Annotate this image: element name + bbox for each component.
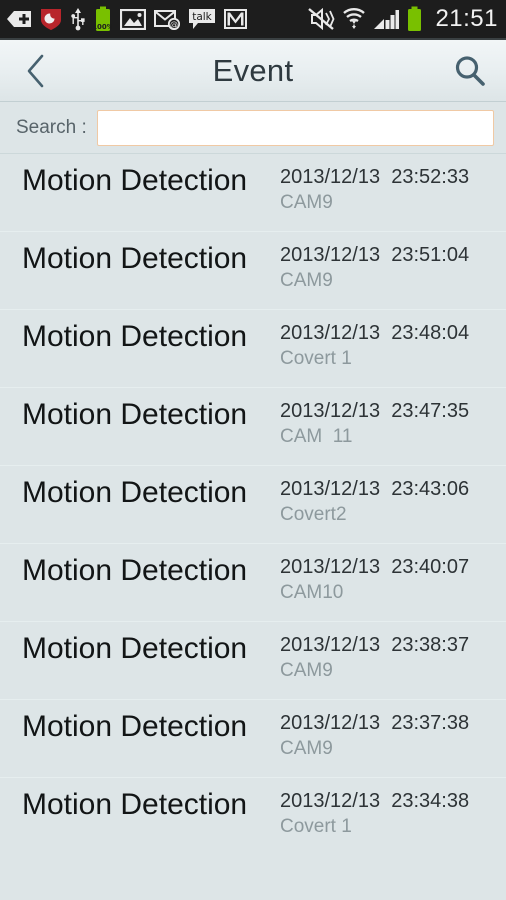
back-button[interactable]: [0, 40, 72, 102]
event-meta: 2013/12/13 23:37:38 CAM9: [280, 710, 469, 762]
table-row[interactable]: Motion Detection 2013/12/13 23:47:35 CAM…: [0, 388, 506, 466]
event-camera-label: Covert 1: [280, 348, 352, 369]
table-row[interactable]: Motion Detection 2013/12/13 23:40:07 CAM…: [0, 544, 506, 622]
event-camera-label: CAM9: [280, 192, 333, 213]
event-type-label: Motion Detection: [22, 632, 248, 665]
table-row[interactable]: Motion Detection 2013/12/13 23:51:04 CAM…: [0, 232, 506, 310]
event-timestamp: 2013/12/13 23:37:38: [280, 712, 470, 734]
add-tag-icon: [7, 11, 31, 27]
event-camera-label: CAM 11: [280, 426, 353, 447]
event-type-label: Motion Detection: [22, 554, 248, 587]
event-type-label: Motion Detection: [22, 242, 248, 275]
event-meta: 2013/12/13 23:40:07 CAM10: [280, 554, 469, 606]
status-bar-right-icons: 21:51: [307, 6, 498, 32]
table-row[interactable]: Motion Detection 2013/12/13 23:34:38 Cov…: [0, 778, 506, 850]
talk-icon: talk: [189, 9, 215, 29]
event-meta: 2013/12/13 23:43:06 Covert2: [280, 476, 469, 528]
event-type-label: Motion Detection: [22, 788, 248, 821]
event-meta: 2013/12/13 23:51:04 CAM9: [280, 242, 469, 294]
battery-100-icon: 100%: [94, 6, 112, 31]
status-bar: 100% @ talk: [0, 0, 506, 38]
event-timestamp: 2013/12/13 23:43:06: [280, 478, 470, 500]
event-meta: 2013/12/13 23:52:33 CAM9: [280, 164, 469, 216]
event-camera-label: CAM9: [280, 270, 333, 291]
talk-label: talk: [192, 11, 212, 23]
page-title: Event: [212, 52, 294, 88]
event-camera-label: Covert 1: [280, 816, 352, 837]
event-type-label: Motion Detection: [22, 710, 248, 743]
event-list[interactable]: Motion Detection 2013/12/13 23:52:33 CAM…: [0, 154, 506, 850]
event-camera-label: CAM9: [280, 660, 333, 681]
battery-percent-label: 100%: [94, 23, 112, 31]
status-bar-clock: 21:51: [435, 5, 498, 32]
gmail-icon: [224, 9, 247, 29]
signal-bars-icon: [374, 10, 400, 29]
vibrate-mute-icon: [308, 8, 335, 30]
chevron-left-icon: [27, 54, 44, 87]
event-timestamp: 2013/12/13 23:52:33: [280, 166, 470, 188]
event-camera-label: CAM10: [280, 582, 344, 603]
event-meta: 2013/12/13 23:34:38 Covert 1: [280, 788, 469, 840]
event-timestamp: 2013/12/13 23:40:07: [280, 556, 470, 578]
search-label: Search :: [16, 116, 87, 138]
event-timestamp: 2013/12/13 23:51:04: [280, 244, 470, 266]
table-row[interactable]: Motion Detection 2013/12/13 23:48:04 Cov…: [0, 310, 506, 388]
event-meta: 2013/12/13 23:47:35 CAM 11: [280, 398, 469, 450]
table-row[interactable]: Motion Detection 2013/12/13 23:37:38 CAM…: [0, 700, 506, 778]
security-shield-icon: [41, 9, 61, 30]
event-timestamp: 2013/12/13 23:47:35: [280, 400, 470, 422]
event-list-screen: 100% @ talk: [0, 0, 506, 900]
usb-icon: [71, 8, 85, 31]
event-camera-label: CAM9: [280, 738, 333, 759]
event-timestamp: 2013/12/13 23:38:37: [280, 634, 470, 656]
table-row[interactable]: Motion Detection 2013/12/13 23:52:33 CAM…: [0, 154, 506, 232]
search-button[interactable]: [434, 40, 506, 102]
search-row: Search :: [0, 102, 506, 154]
event-camera-label: Covert2: [280, 504, 347, 525]
battery-icon: [408, 6, 422, 31]
status-bar-left-icons: 100% @ talk: [6, 6, 247, 32]
event-meta: 2013/12/13 23:38:37 CAM9: [280, 632, 469, 684]
search-icon: [455, 55, 485, 86]
event-type-label: Motion Detection: [22, 476, 248, 509]
gallery-icon: [120, 8, 146, 30]
event-type-label: Motion Detection: [22, 398, 248, 431]
svg-text:@: @: [170, 20, 178, 29]
table-row[interactable]: Motion Detection 2013/12/13 23:43:06 Cov…: [0, 466, 506, 544]
event-meta: 2013/12/13 23:48:04 Covert 1: [280, 320, 469, 372]
event-timestamp: 2013/12/13 23:48:04: [280, 322, 470, 344]
table-row[interactable]: Motion Detection 2013/12/13 23:38:37 CAM…: [0, 622, 506, 700]
search-input[interactable]: [96, 109, 494, 146]
action-bar: Event: [0, 40, 506, 102]
event-timestamp: 2013/12/13 23:34:38: [280, 790, 470, 812]
email-icon: @: [154, 9, 180, 30]
event-type-label: Motion Detection: [22, 164, 248, 197]
event-type-label: Motion Detection: [22, 320, 248, 353]
wifi-icon: [343, 8, 366, 29]
